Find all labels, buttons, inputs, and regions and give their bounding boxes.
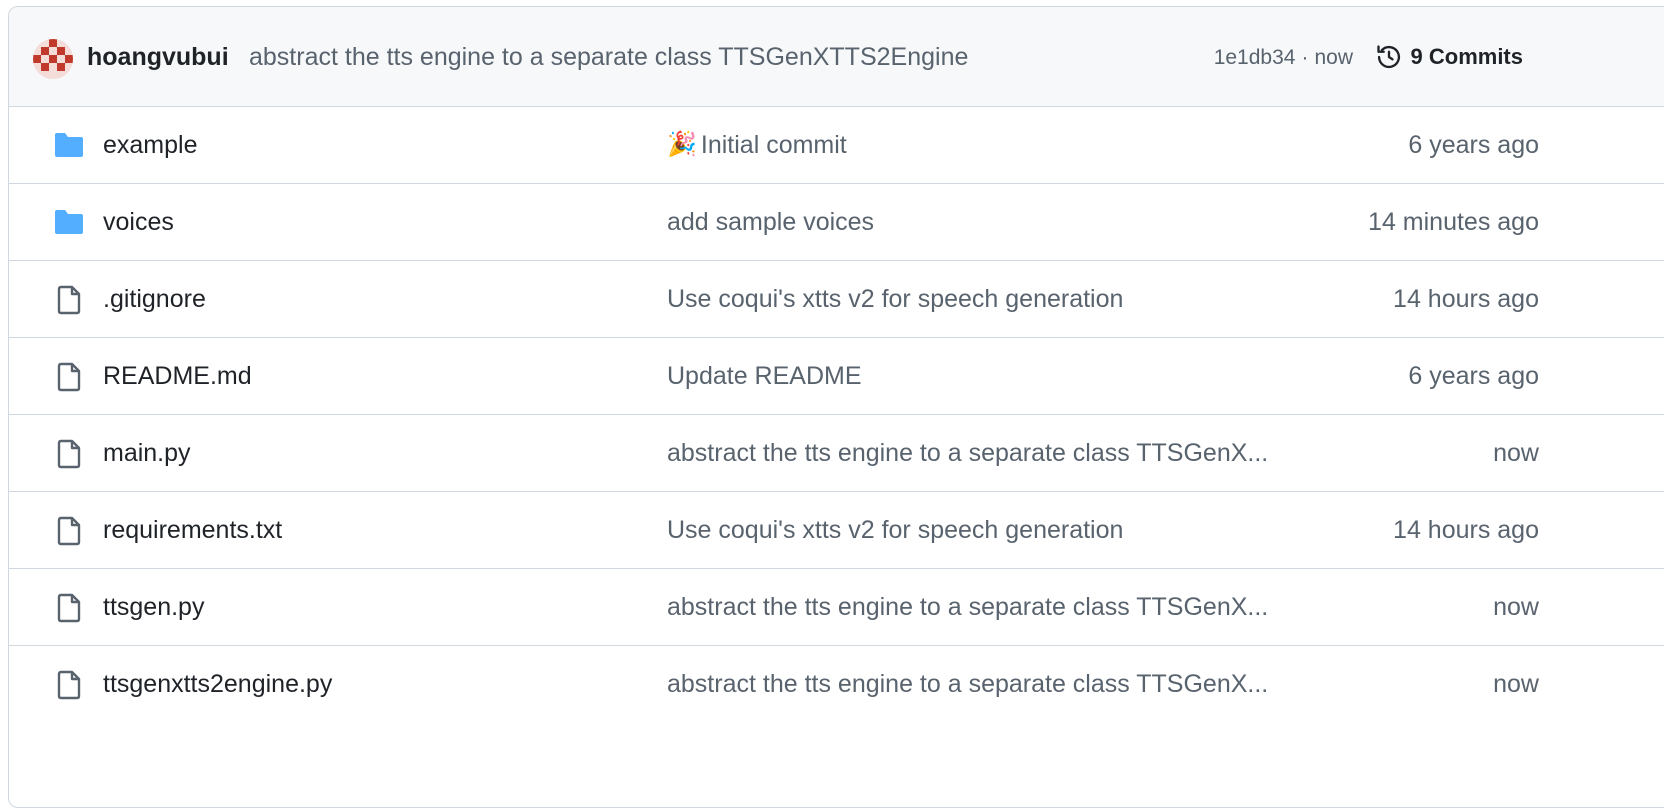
commit-message-text: Update README (667, 362, 862, 390)
file-row[interactable]: ttsgen.py abstract the tts engine to a se… (9, 569, 1664, 646)
file-commit-time: 6 years ago (1408, 362, 1539, 390)
file-icon (57, 516, 81, 546)
party-popper-icon: 🎉 (667, 131, 697, 158)
file-icon-wrap (53, 670, 85, 700)
file-row[interactable]: README.md Update README 6 years ago (9, 338, 1664, 415)
file-commit-time: now (1493, 593, 1539, 621)
file-commit-time: now (1493, 439, 1539, 467)
latest-commit-bar: hoangvubui abstract the tts engine to a … (9, 7, 1664, 107)
file-row[interactable]: requirements.txt Use coqui's xtts v2 for … (9, 492, 1664, 569)
commit-time: now (1314, 46, 1353, 69)
file-commit-message-link[interactable]: Use coqui's xtts v2 for speech generatio… (667, 283, 1123, 315)
file-list: example 🎉 Initial commit 6 years ago voices a… (9, 107, 1664, 722)
file-commit-time: 14 minutes ago (1368, 208, 1539, 236)
file-commit-message-link[interactable]: abstract the tts engine to a separate cl… (667, 668, 1268, 700)
file-commit-message-link[interactable]: abstract the tts engine to a separate cl… (667, 437, 1268, 469)
file-name-link[interactable]: README.md (103, 360, 252, 392)
file-commit-message-link[interactable]: Update README (667, 360, 862, 392)
file-commit-message-link[interactable]: 🎉 Initial commit (667, 129, 847, 161)
file-row[interactable]: .gitignore Use coqui's xtts v2 for speech… (9, 261, 1664, 338)
latest-commit-message[interactable]: abstract the tts engine to a separate cl… (249, 41, 968, 73)
file-name-link[interactable]: ttsgenxtts2engine.py (103, 668, 332, 700)
file-name-link[interactable]: ttsgen.py (103, 591, 204, 623)
file-icon-wrap (53, 593, 85, 623)
file-icon (57, 593, 81, 623)
file-icon (57, 439, 81, 469)
commit-message-text: add sample voices (667, 208, 875, 236)
commit-message-text: abstract the tts engine to a separate cl… (667, 439, 1269, 467)
commit-message-text: Use coqui's xtts v2 for speech generatio… (667, 285, 1124, 313)
file-icon-wrap (53, 439, 85, 469)
commits-count-label: 9 Commits (1410, 44, 1523, 69)
file-icon (57, 285, 81, 315)
commits-history-link[interactable]: 9 Commits (1375, 41, 1523, 73)
avatar[interactable] (33, 39, 73, 79)
folder-icon-wrap (53, 208, 85, 238)
file-commit-time: 6 years ago (1408, 131, 1539, 159)
file-name-link[interactable]: main.py (103, 437, 191, 469)
file-commit-message-link[interactable]: abstract the tts engine to a separate cl… (667, 591, 1268, 623)
file-icon-wrap (53, 516, 85, 546)
file-name-link[interactable]: .gitignore (103, 283, 206, 315)
file-icon-wrap (53, 362, 85, 392)
folder-icon (55, 133, 83, 157)
file-icon-wrap (53, 285, 85, 315)
file-commit-message-link[interactable]: add sample voices (667, 206, 874, 238)
folder-icon (55, 210, 83, 234)
file-commit-time: now (1493, 670, 1539, 698)
history-icon (1376, 45, 1400, 69)
file-commit-time: 14 hours ago (1393, 516, 1539, 544)
folder-icon-wrap (53, 131, 85, 161)
file-row[interactable]: main.py abstract the tts engine to a sepa… (9, 415, 1664, 492)
file-icon (57, 362, 81, 392)
file-name-link[interactable]: voices (103, 206, 174, 238)
file-row[interactable]: ttsgenxtts2engine.py abstract the tts eng… (9, 646, 1664, 722)
file-row[interactable]: example 🎉 Initial commit 6 years ago (9, 107, 1664, 184)
commit-message-text: Use coqui's xtts v2 for speech generatio… (667, 516, 1124, 544)
file-name-link[interactable]: requirements.txt (103, 514, 282, 546)
commit-meta: 1e1db34 · now (1213, 46, 1353, 69)
file-row[interactable]: voices add sample voices 14 minutes ago (9, 184, 1664, 261)
commit-message-text: abstract the tts engine to a separate cl… (667, 593, 1269, 621)
file-browser-panel: hoangvubui abstract the tts engine to a … (8, 6, 1664, 808)
commit-message-text: Initial commit (700, 131, 847, 159)
file-icon (57, 670, 81, 700)
file-commit-message-link[interactable]: Use coqui's xtts v2 for speech generatio… (667, 514, 1123, 546)
commit-author-link[interactable]: hoangvubui (87, 41, 229, 73)
file-commit-time: 14 hours ago (1393, 285, 1539, 313)
commit-sha-link[interactable]: 1e1db34 (1214, 46, 1296, 69)
file-name-link[interactable]: example (103, 129, 198, 161)
commit-message-text: abstract the tts engine to a separate cl… (667, 670, 1269, 698)
